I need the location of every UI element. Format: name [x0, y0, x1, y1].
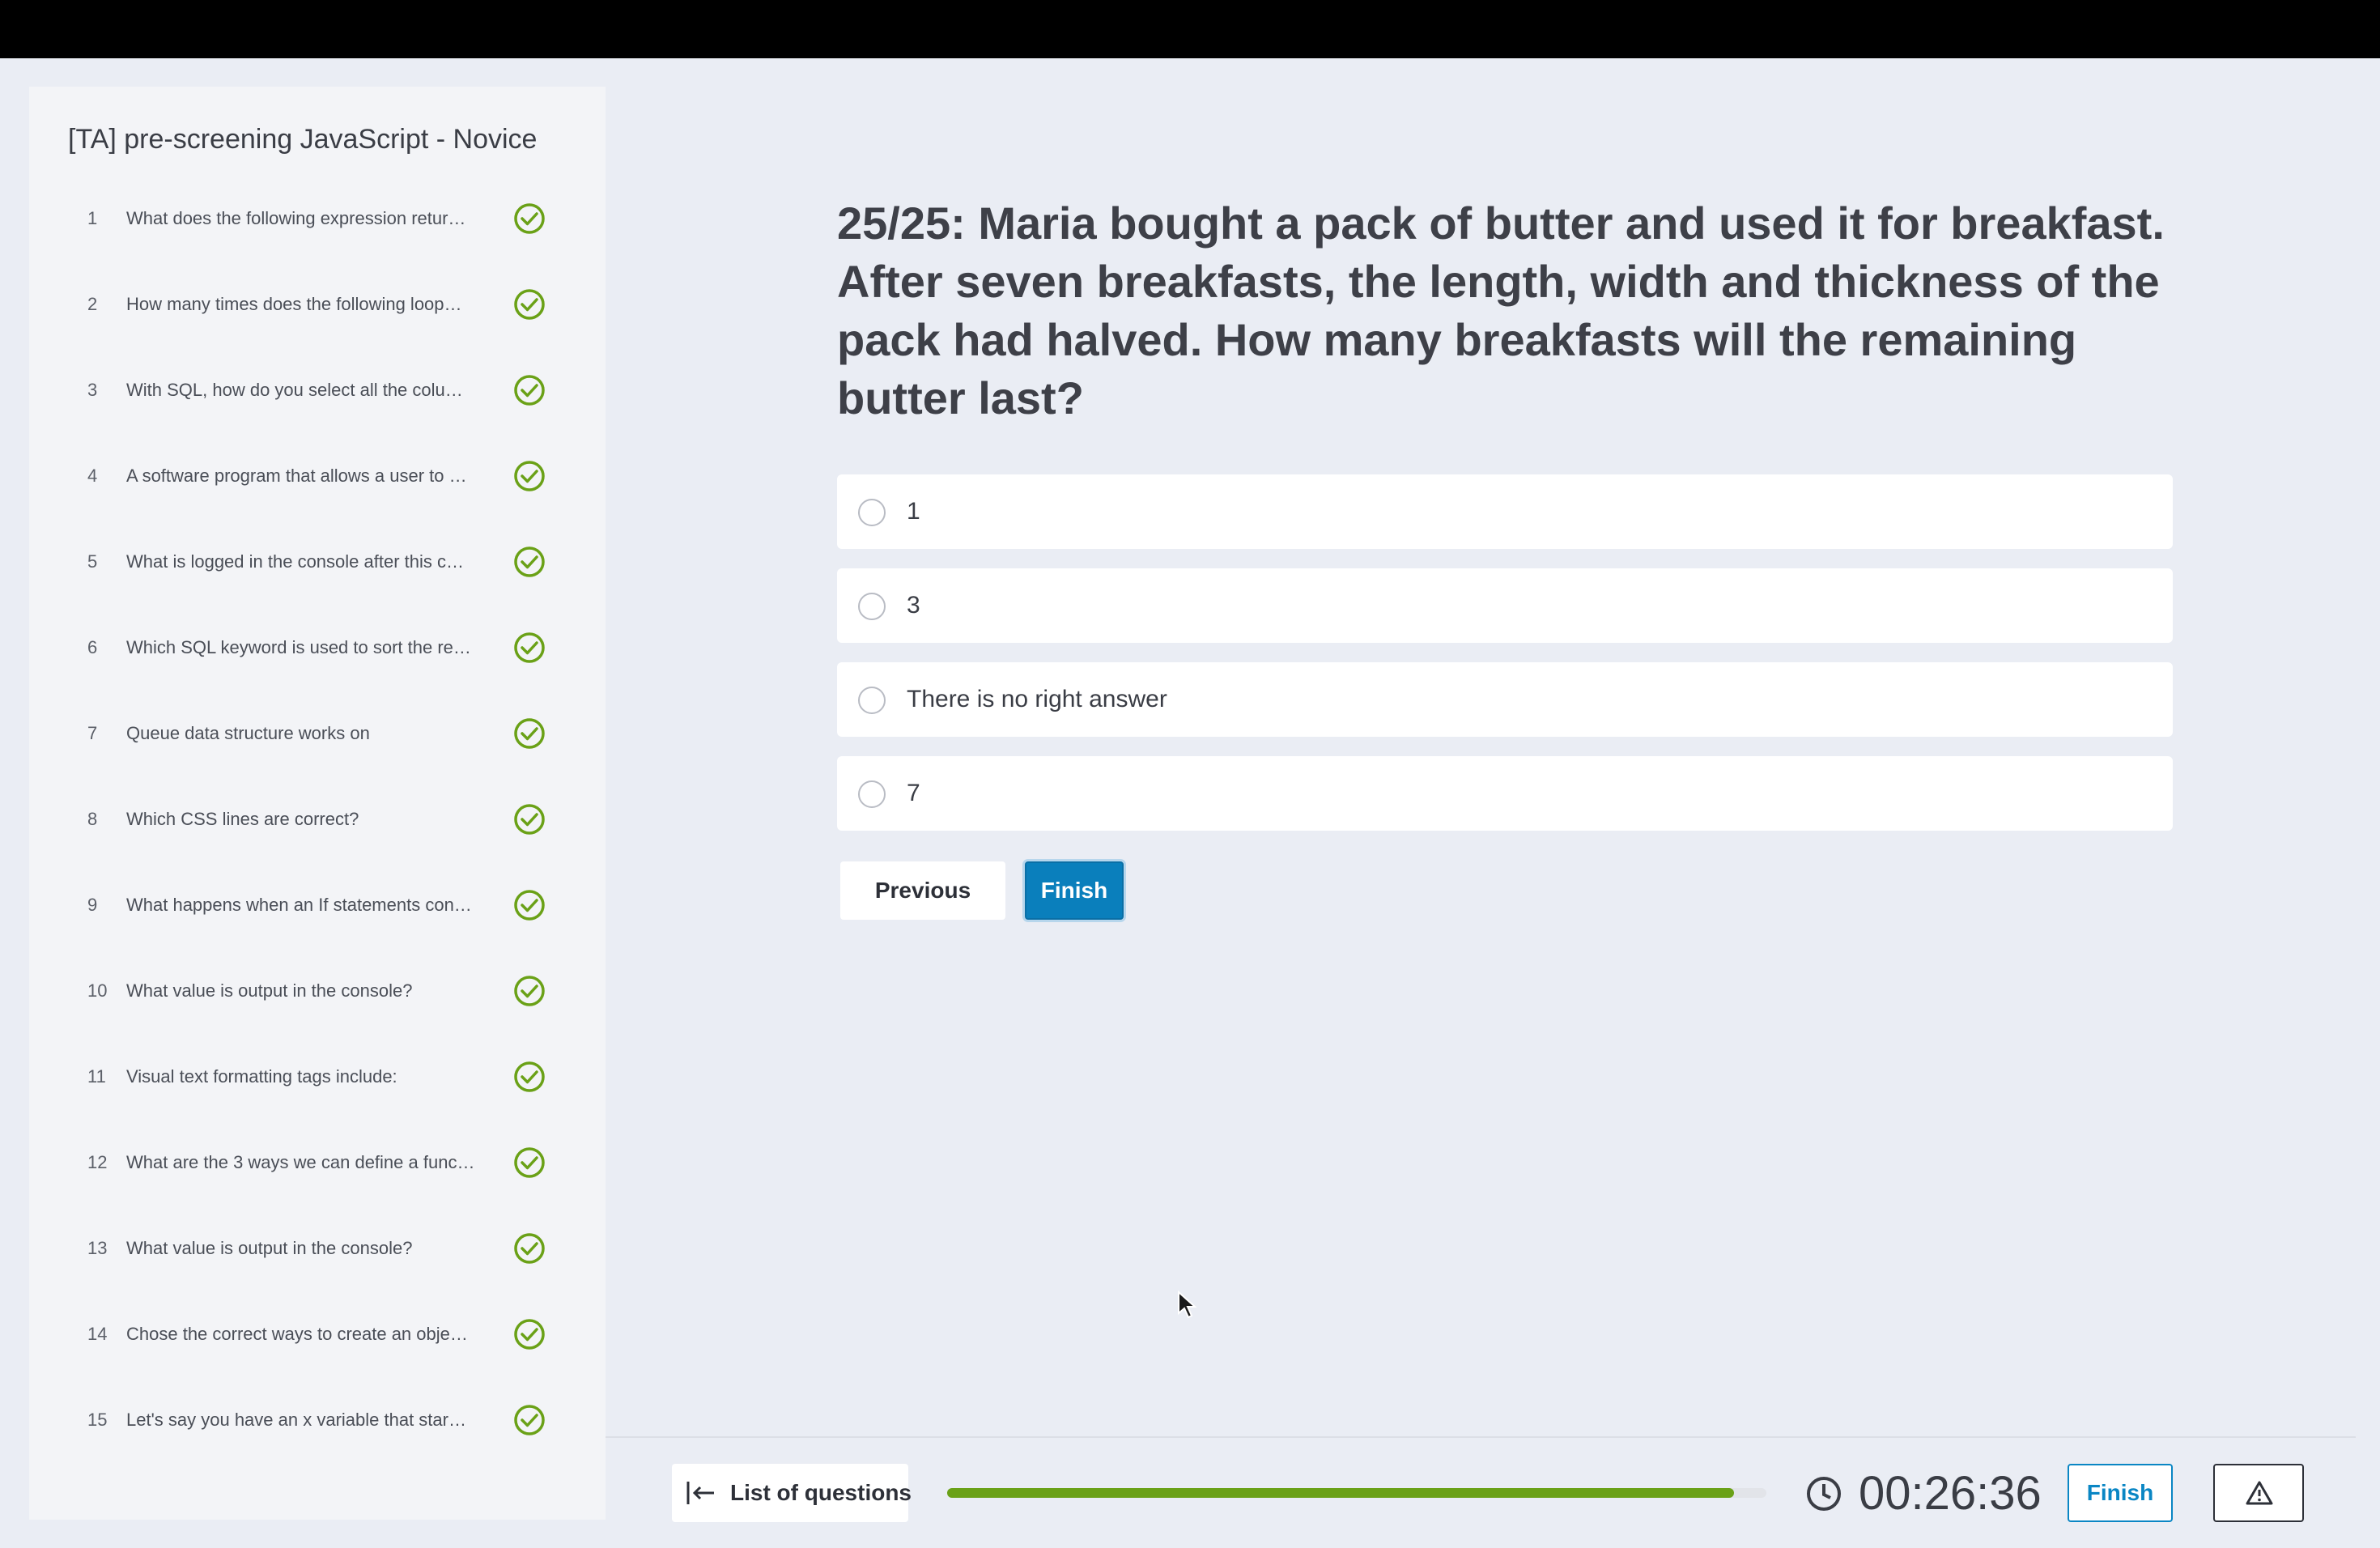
answer-option[interactable]: 1 — [837, 474, 2173, 549]
collapse-left-icon — [686, 1482, 714, 1504]
check-circle-icon — [514, 976, 545, 1006]
sidebar-question-item[interactable]: 2 How many times does the following loop… — [29, 275, 606, 334]
question-number: 8 — [87, 809, 98, 829]
question-preview-text: What does the following expression retur… — [126, 208, 466, 228]
question-preview-text: A software program that allows a user to… — [126, 466, 467, 486]
mouse-cursor-icon — [1178, 1291, 1197, 1319]
radio-button[interactable] — [858, 687, 886, 714]
sidebar-question-item[interactable]: 1 What does the following expression retu… — [29, 189, 606, 248]
answer-option-label: 1 — [907, 498, 920, 525]
question-preview-text: With SQL, how do you select all the colu… — [126, 380, 463, 400]
question-preview-text: Which CSS lines are correct? — [126, 809, 359, 829]
sidebar-question-item[interactable]: 7 Queue data structure works on — [29, 704, 606, 763]
question-preview-text: Which SQL keyword is used to sort the re… — [126, 637, 471, 657]
answer-option-label: 3 — [907, 592, 920, 619]
answer-option-label: 7 — [907, 780, 920, 806]
sidebar-question-item[interactable]: 10 What value is output in the console? — [29, 962, 606, 1020]
question-number: 4 — [87, 466, 98, 486]
question-number: 13 — [87, 1238, 108, 1258]
question-number: 2 — [87, 294, 98, 314]
question-sidebar: [TA] pre-screening JavaScript - Novice 1… — [29, 87, 606, 1520]
radio-button[interactable] — [858, 499, 886, 526]
test-title: [TA] pre-screening JavaScript - Novice — [68, 124, 538, 155]
sidebar-question-item[interactable]: 5 What is logged in the console after thi… — [29, 533, 606, 591]
check-circle-icon — [514, 1233, 545, 1264]
question-preview-text: What value is output in the console? — [126, 1238, 413, 1258]
sidebar-question-item[interactable]: 4 A software program that allows a user t… — [29, 447, 606, 505]
check-circle-icon — [514, 1319, 545, 1350]
list-of-questions-label: List of questions — [730, 1480, 912, 1505]
question-number: 11 — [87, 1066, 106, 1087]
check-circle-icon — [514, 804, 545, 835]
question-preview-text: What happens when an If statements con… — [126, 895, 472, 915]
question-preview-text: What value is output in the console? — [126, 980, 413, 1001]
question-number: 14 — [87, 1324, 108, 1344]
finish-button[interactable]: Finish — [1025, 861, 1124, 920]
question-preview-text: Queue data structure works on — [126, 723, 370, 743]
sidebar-question-item[interactable]: 15 Let's say you have an x variable that … — [29, 1391, 606, 1449]
list-of-questions-button[interactable]: List of questions — [672, 1464, 912, 1522]
report-issue-button[interactable] — [2213, 1464, 2304, 1522]
radio-button[interactable] — [858, 593, 886, 620]
question-number: 12 — [87, 1152, 108, 1172]
progress-bar — [947, 1488, 1766, 1498]
sidebar-question-item[interactable]: 9 What happens when an If statements con… — [29, 876, 606, 934]
previous-button[interactable]: Previous — [840, 861, 1005, 920]
sidebar-question-item[interactable]: 3 With SQL, how do you select all the col… — [29, 361, 606, 419]
top-bar — [0, 0, 2380, 58]
check-circle-icon — [514, 1147, 545, 1178]
check-circle-icon — [514, 203, 545, 234]
question-number: 10 — [87, 980, 108, 1001]
finish-button-footer[interactable]: Finish — [2068, 1464, 2173, 1522]
clock-icon — [1807, 1477, 1841, 1511]
question-number: 9 — [87, 895, 98, 915]
radio-button[interactable] — [858, 780, 886, 808]
check-circle-icon — [514, 1061, 545, 1092]
footer-divider — [606, 1436, 2356, 1438]
question-preview-text: Visual text formatting tags include: — [126, 1066, 397, 1087]
question-preview-text: How many times does the following loop… — [126, 294, 462, 314]
question-preview-text: What is logged in the console after this… — [126, 551, 464, 572]
question-number: 15 — [87, 1410, 108, 1430]
progress-bar-fill — [947, 1488, 1734, 1498]
answer-option[interactable]: 3 — [837, 568, 2173, 643]
sidebar-question-item[interactable]: 14 Chose the correct ways to create an ob… — [29, 1305, 606, 1363]
question-number: 3 — [87, 380, 98, 400]
check-circle-icon — [514, 546, 545, 577]
question-text: 25/25: Maria bought a pack of butter and… — [837, 198, 2165, 423]
answer-option[interactable]: There is no right answer — [837, 662, 2173, 737]
question-number: 7 — [87, 723, 98, 743]
check-circle-icon — [514, 375, 545, 406]
check-circle-icon — [514, 461, 545, 491]
question-number: 5 — [87, 551, 98, 572]
check-circle-icon — [514, 289, 545, 320]
answer-option[interactable]: 7 — [837, 756, 2173, 831]
timer: 00:26:36 — [1859, 1467, 2042, 1520]
question-preview-text: Chose the correct ways to create an obje… — [126, 1324, 468, 1344]
warning-icon — [2246, 1481, 2273, 1505]
sidebar-question-item[interactable]: 6 Which SQL keyword is used to sort the r… — [29, 619, 606, 677]
sidebar-question-item[interactable]: 8 Which CSS lines are correct? — [29, 790, 606, 848]
check-circle-icon — [514, 632, 545, 663]
check-circle-icon — [514, 890, 545, 921]
sidebar-question-item[interactable]: 12 What are the 3 ways we can define a fu… — [29, 1133, 606, 1192]
sidebar-question-item[interactable]: 11 Visual text formatting tags include: — [29, 1048, 606, 1106]
check-circle-icon — [514, 1405, 545, 1435]
check-circle-icon — [514, 718, 545, 749]
sidebar-question-item[interactable]: 13 What value is output in the console? — [29, 1219, 606, 1278]
question-preview-text: What are the 3 ways we can define a func… — [126, 1152, 475, 1172]
question-preview-text: Let's say you have an x variable that st… — [126, 1410, 466, 1430]
answer-option-label: There is no right answer — [907, 686, 1167, 712]
question-number: 1 — [87, 208, 98, 228]
question-number: 6 — [87, 637, 98, 657]
